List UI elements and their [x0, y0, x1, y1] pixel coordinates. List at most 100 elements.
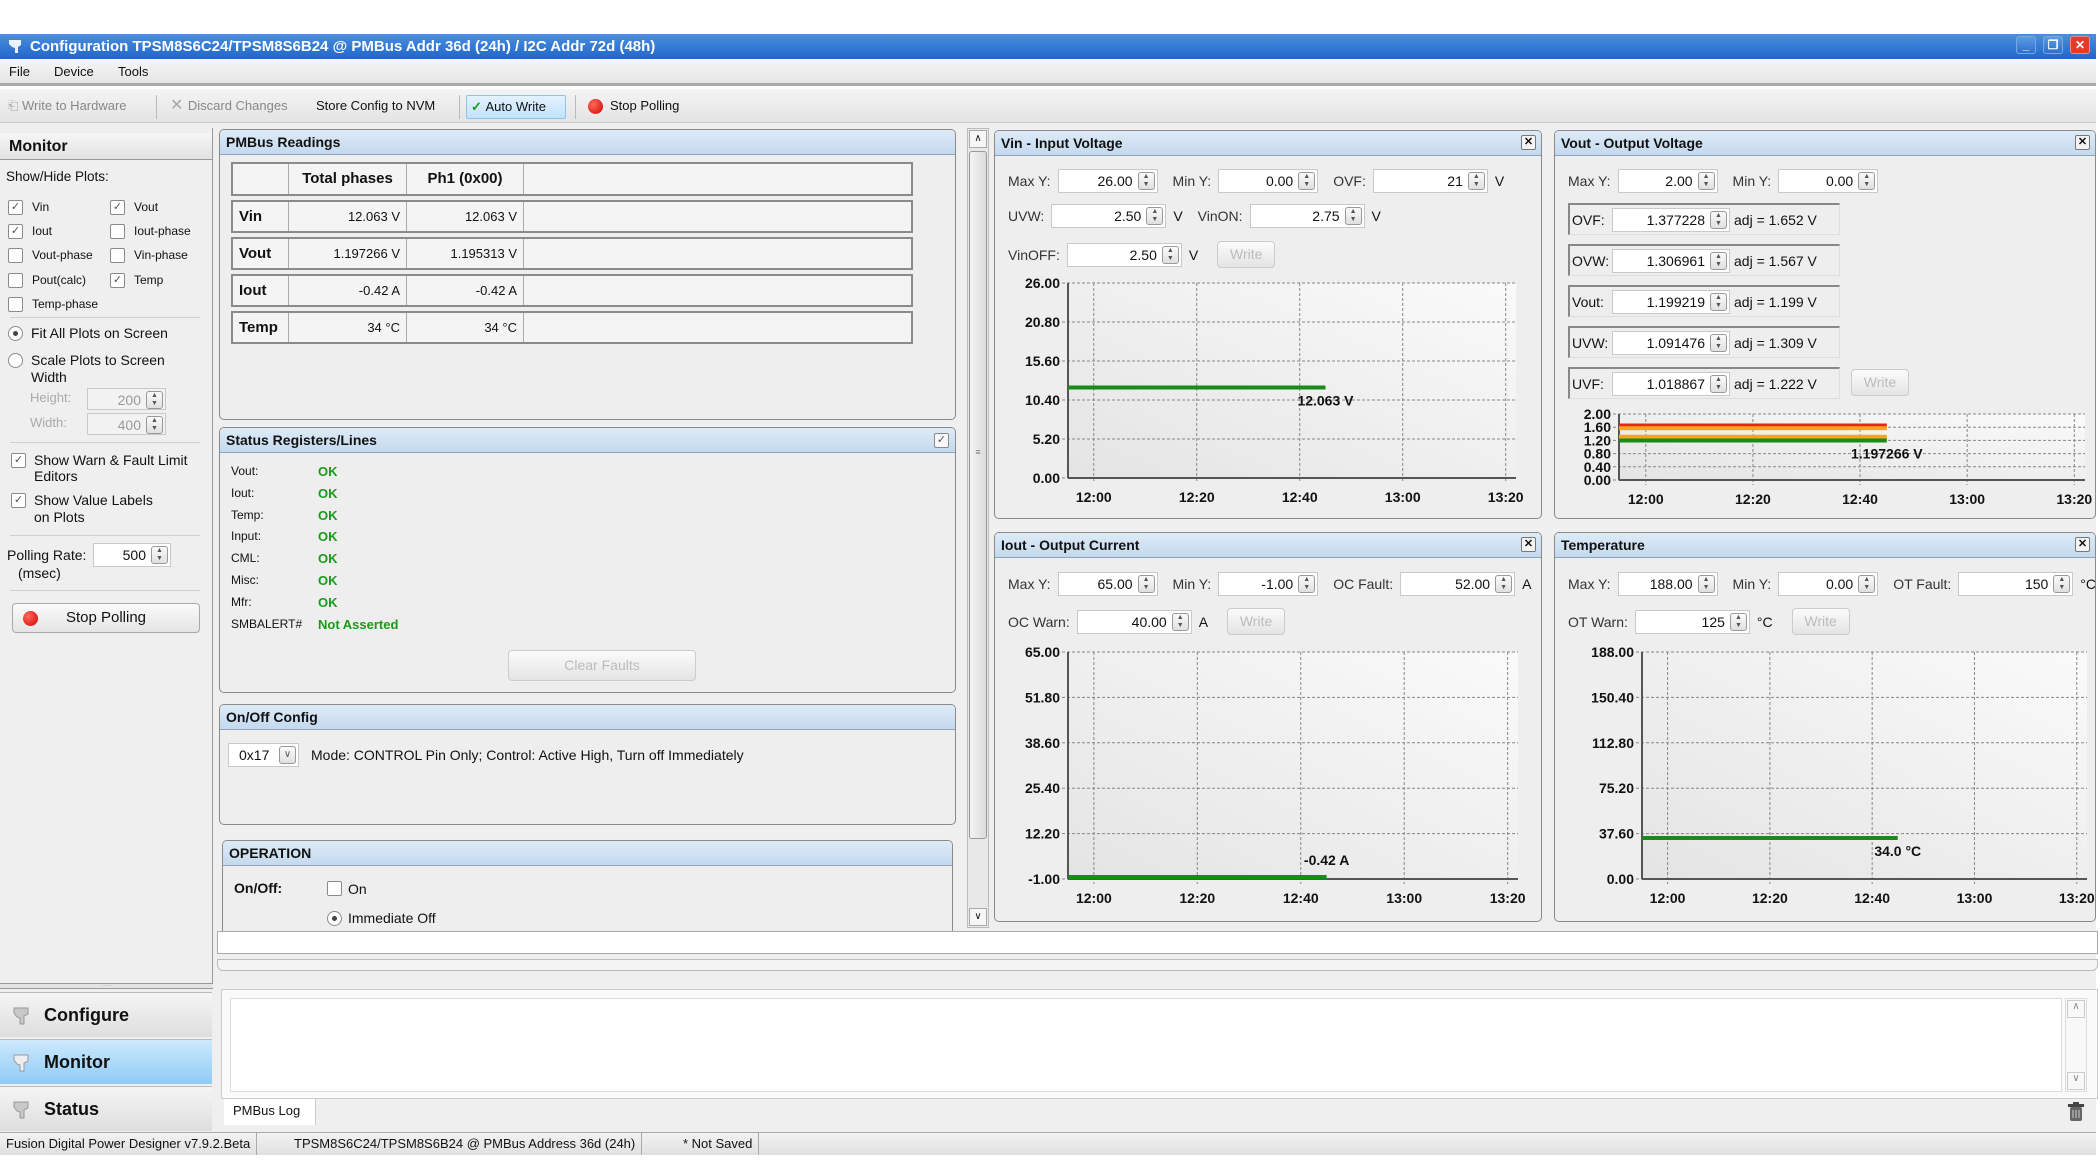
nav-status[interactable]: Status [0, 1086, 212, 1131]
plot-toggle-checkbox[interactable]: ✓ [110, 200, 125, 215]
spinner-icon[interactable]: ▲ ▼ [151, 546, 168, 564]
toolbar-separator [459, 95, 460, 119]
readings-row: Temp 34 °C 34 °C [231, 311, 913, 344]
plot-toggle-checkbox[interactable] [110, 224, 125, 239]
store-config-button[interactable]: Store Config to NVM [312, 95, 439, 119]
width-input[interactable]: 400 ▲ ▼ [87, 413, 166, 435]
x-tick-label: 12:20 [1752, 890, 1788, 906]
plot-toggle-label: Temp [134, 273, 164, 287]
y-tick-label: 26.00 [1025, 275, 1060, 291]
chevron-down-icon[interactable]: ∨ [279, 746, 296, 764]
spinner-icon[interactable]: ▲ ▼ [146, 391, 163, 409]
write-to-hardware-button[interactable]: ⎗ Write to Hardware [4, 95, 131, 119]
plot-toggle-checkbox[interactable]: ✓ [8, 200, 23, 215]
scroll-thumb[interactable]: ≡ [969, 151, 987, 839]
y-tick-label: 0.00 [1607, 871, 1634, 887]
scroll-down-icon[interactable]: ∨ [969, 908, 987, 926]
sidebar-splitter[interactable]: ····· [0, 983, 213, 989]
reading-ph1: 12.063 V [407, 202, 524, 231]
immediate-off-radio[interactable] [327, 911, 342, 926]
nav-monitor[interactable]: Monitor [0, 1039, 212, 1084]
menu-device[interactable]: Device [54, 64, 94, 79]
middle-scrollbar[interactable]: ∧ ≡ ∨ [967, 128, 989, 928]
status-registers-checkbox[interactable]: ✓ [934, 433, 949, 448]
auto-write-label: Auto Write [485, 99, 546, 114]
scroll-down-icon[interactable]: ∨ [2067, 1072, 2085, 1090]
plot-toggle-checkbox[interactable]: ✓ [8, 224, 23, 239]
onoff-config-panel: On/Off Config 0x17 ∨ Mode: CONTROL Pin On… [219, 704, 956, 825]
y-tick-label: 25.40 [1025, 780, 1060, 796]
x-tick-label: 12:40 [1842, 491, 1878, 507]
menu-file[interactable]: File [9, 64, 30, 79]
y-tick-label: -1.00 [1028, 871, 1060, 887]
plot-toggle-label: Temp-phase [32, 297, 99, 311]
plot-toggle-checkbox[interactable] [8, 297, 23, 312]
y-tick-label: 0.00 [1033, 470, 1060, 486]
minimize-button[interactable]: _ [2016, 36, 2036, 54]
ti-logo-icon [9, 40, 21, 53]
plot-toggle-checkbox[interactable]: ✓ [110, 273, 125, 288]
trash-icon[interactable] [2066, 1101, 2086, 1123]
monitor-title: Monitor [0, 133, 212, 160]
height-input[interactable]: 200 ▲ ▼ [87, 388, 166, 410]
status-value: OK [318, 485, 338, 501]
pmbus-log-text[interactable] [230, 998, 2062, 1092]
status-label: CML: [231, 551, 260, 566]
close-button[interactable]: ✕ [2070, 36, 2090, 54]
reading-name: Vin [233, 202, 289, 231]
polling-rate-input[interactable]: 500 ▲ ▼ [93, 543, 171, 567]
status-label: Input: [231, 529, 262, 544]
plot-toggle-label: Vout [134, 200, 159, 214]
status-value: OK [318, 464, 338, 479]
plot-toggle-checkbox[interactable] [8, 248, 23, 263]
divider [10, 442, 200, 443]
reading-name: Temp [233, 313, 289, 342]
divider [10, 317, 200, 318]
show-warn-checkbox[interactable]: ✓ [11, 453, 26, 468]
nav-configure[interactable]: Configure [0, 992, 212, 1037]
ti-logo-icon [13, 1054, 29, 1072]
header-cell [233, 164, 289, 194]
plot-toggle-checkbox[interactable] [110, 248, 125, 263]
chart: 188.00 150.40 112.80 75.20 37.60 0.00 12:00 12:… [1591, 644, 2095, 906]
scroll-up-icon[interactable]: ∧ [969, 130, 987, 148]
status-value: OK [318, 507, 338, 523]
nav-configure-label: Configure [44, 1005, 129, 1025]
stop-polling-toolbar-button[interactable]: Stop Polling [584, 95, 683, 119]
tab-pmbus-log[interactable]: PMBus Log [224, 1099, 316, 1125]
value-label: 34.0 °C [1874, 843, 1921, 859]
operation-panel: OPERATION On/Off: On Immediate Off [222, 840, 953, 935]
red-dot-icon [23, 611, 38, 626]
horizontal-scrollbar[interactable] [217, 931, 2098, 954]
restore-button[interactable]: ❐ [2043, 36, 2063, 54]
show-value-labels-checkbox[interactable]: ✓ [11, 493, 26, 508]
y-tick-label: 15.60 [1025, 353, 1060, 369]
y-tick-label: 65.00 [1025, 644, 1060, 660]
spinner-icon[interactable]: ▲ ▼ [146, 416, 163, 434]
y-tick-label: 150.40 [1591, 689, 1634, 705]
discard-changes-button[interactable]: ✕ Discard Changes [166, 95, 292, 119]
on-checkbox[interactable] [327, 881, 342, 896]
show-warn-label: Show Warn & Fault Limit [34, 452, 188, 468]
chart: 2.001.601.200.800.400.0012:00 12:20 12:40 1… [1584, 406, 2093, 507]
onoff-config-select[interactable]: 0x17 ∨ [228, 743, 299, 767]
x-tick-label: 13:20 [1490, 890, 1526, 906]
status-label: Vout: [231, 464, 259, 478]
plot-area [1068, 283, 1516, 478]
ti-logo-icon [13, 1101, 29, 1119]
auto-write-toggle[interactable]: ✓ Auto Write [466, 95, 566, 119]
stop-polling-button[interactable]: Stop Polling [12, 603, 200, 633]
window-title: Configuration TPSM8S6C24/TPSM8S6B24 @ PM… [30, 38, 656, 55]
height-label: Height: [30, 390, 72, 405]
scroll-up-icon[interactable]: ∧ [2067, 1000, 2085, 1018]
splitter[interactable] [217, 959, 2098, 971]
clear-faults-button[interactable]: Clear Faults [508, 650, 696, 681]
log-scrollbar[interactable]: ∧ ∨ [2065, 998, 2087, 1092]
scale-plots-radio[interactable] [8, 353, 23, 368]
menu-tools[interactable]: Tools [118, 64, 148, 79]
plot-toggle-label: Iout-phase [134, 224, 191, 238]
x-tick-label: 13:00 [1386, 890, 1422, 906]
plot-toggle-checkbox[interactable] [8, 273, 23, 288]
fit-all-radio[interactable] [8, 326, 23, 341]
x-tick-label: 13:20 [1488, 489, 1524, 505]
